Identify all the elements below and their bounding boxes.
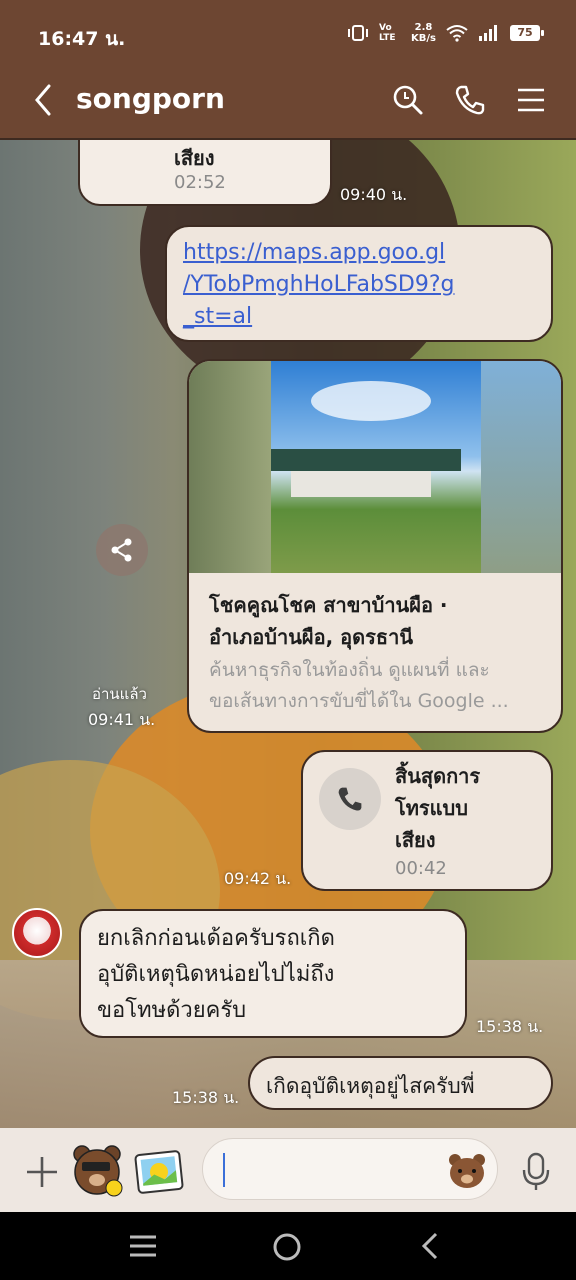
chat-area[interactable]: เสียง 02:52 09:40 น. https://maps.app.go… [0,140,576,1128]
call-label: เสียง [174,146,215,170]
home-button[interactable] [270,1230,306,1266]
message-line: ยกเลิกก่อนเด้อครับรถเกิด [97,926,335,951]
link-message-bubble[interactable]: https://maps.app.goo.gl /YTobPmghHoLFabS… [165,225,553,342]
add-button[interactable] [22,1152,62,1192]
message-text: ยกเลิกก่อนเด้อครับรถเกิด อุบัติเหตุนิดหน… [97,921,335,1029]
phone-icon [338,787,362,811]
chat-title: songporn [76,82,225,115]
nav-back-icon [421,1232,438,1260]
status-time: 16:47 น. [38,28,126,50]
call-duration: 02:52 [174,172,226,193]
preview-cloud [311,381,431,421]
sticker-button[interactable] [70,1142,124,1198]
contact-avatar[interactable] [12,908,62,958]
message-text: เกิดอุบัติเหตุอยู่ไสครับพี่ [266,1074,475,1098]
preview-description: ค้นหาธุรกิจในท้องถิ่น ดูแผนที่ และ ขอเส้… [209,655,509,717]
call-label-line: เสียง [395,828,436,852]
recents-icon [130,1235,156,1257]
network-label: Vo LTE [379,23,396,43]
speed-unit: KB/s [411,33,436,44]
gallery-button[interactable] [134,1148,186,1196]
map-link[interactable]: https://maps.app.goo.gl /YTobPmghHoLFabS… [183,237,454,333]
call-ended-label: สิ้นสุดการ โทรแบบ เสียง [395,760,480,856]
search-button[interactable] [388,80,428,120]
call-label-line: สิ้นสุดการ [395,764,481,788]
plus-icon [27,1157,57,1187]
chevron-left-icon [35,84,51,116]
microphone-icon [522,1152,550,1190]
message-time: 09:40 น. [340,185,408,204]
link-line: /YTobPmghHoLFabSD9?g [183,272,455,297]
menu-button[interactable] [511,80,551,120]
hamburger-icon [518,88,544,112]
preview-image-area [189,361,561,573]
speed-value: 2.8 [414,22,433,33]
brown-bear-emoji-icon [449,1154,485,1188]
outgoing-message-bubble[interactable]: เกิดอุบัติเหตุอยู่ไสครับพี่ [248,1056,553,1110]
voice-button[interactable] [514,1148,558,1196]
preview-title-line: โชคคูณโชค สาขาบ้านผือ · [209,593,448,617]
call-duration: 00:42 [395,858,447,879]
search-icon [393,85,423,115]
navigation-bar [0,1212,576,1280]
wifi-icon [446,25,468,42]
preview-building [271,449,461,471]
message-time: 09:41 น. [88,710,156,729]
link-preview-card[interactable]: โชคคูณโชค สาขาบ้านผือ · อำเภอบ้านผือ, อุ… [187,359,563,733]
preview-desc-line: ขอเส้นทางการขับขี่ได้ใน Google ... [209,690,509,712]
preview-title: โชคคูณโชค สาขาบ้านผือ · อำเภอบ้านผือ, อุ… [209,589,448,653]
preview-desc-line: ค้นหาธุรกิจในท้องถิ่น ดูแผนที่ และ [209,659,490,681]
emoji-button[interactable] [447,1151,487,1189]
battery-indicator: 75 [510,25,544,41]
incoming-message-bubble[interactable]: ยกเลิกก่อนเด้อครับรถเกิด อุบัติเหตุนิดหน… [79,909,467,1038]
status-icons: Vo LTE 2.8 KB/s 75 [347,22,544,44]
back-button[interactable] [28,80,58,120]
call-message-bubble[interactable]: เสียง 02:52 [78,140,332,206]
phone-icon [455,85,485,115]
call-button[interactable] [450,80,490,120]
recent-apps-button[interactable] [126,1232,164,1262]
read-receipt: อ่านแล้ว [92,685,147,703]
brown-bear-sticker-icon [73,1145,123,1197]
share-button[interactable] [96,524,148,576]
message-time: 15:38 น. [476,1017,544,1036]
link-line: _st=al [183,304,253,329]
vibrate-icon [348,25,369,41]
signal-icon [479,25,497,41]
gallery-icon [134,1150,184,1194]
message-time: 09:42 น. [224,869,292,888]
preview-image [271,361,481,573]
nav-back-button[interactable] [418,1230,448,1264]
call-ended-bubble[interactable]: สิ้นสุดการ โทรแบบ เสียง 00:42 [301,750,553,891]
home-circle-icon [273,1233,301,1261]
input-bar [0,1128,576,1212]
status-bar: 16:47 น. Vo LTE 2.8 KB/s 75 [0,0,576,62]
text-cursor [223,1153,225,1187]
call-icon-circle [319,768,381,830]
preview-title-line: อำเภอบ้านผือ, อุดรธานี [209,625,414,649]
call-label-line: โทรแบบ [395,796,468,820]
chat-header: songporn [0,62,576,140]
message-line: อุบัติเหตุนิดหน่อยไปไม่ถึง [97,962,335,987]
link-line: https://maps.app.goo.gl [183,240,446,265]
message-line: ขอโทษด้วยครับ [97,998,247,1023]
share-icon [111,538,132,562]
message-time: 15:38 น. [172,1088,240,1107]
preview-image-blur-right [481,361,561,573]
preview-building-base [291,471,431,497]
message-input[interactable] [202,1138,498,1200]
speed-indicator: 2.8 KB/s [411,22,436,44]
